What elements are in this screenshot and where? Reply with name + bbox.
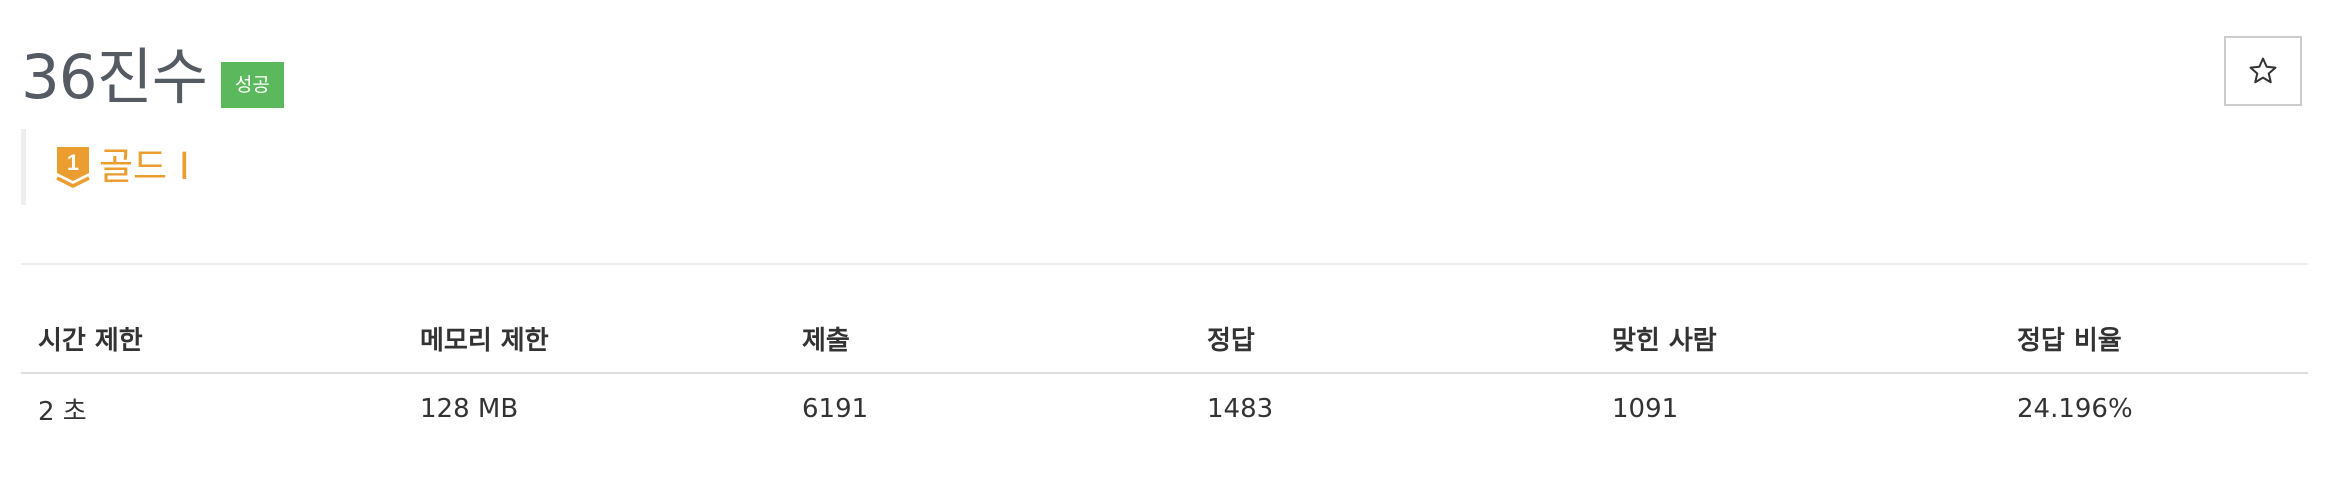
problem-header: 36진수 성공 [21,40,284,116]
cell-submissions: 6191 [802,394,869,424]
page-title: 36진수 [21,42,208,113]
cell-solvers: 1091 [1612,394,1679,424]
cell-accept-ratio: 24.196% [2017,394,2133,424]
header-memory-limit: 메모리 제한 [403,304,785,374]
status-badge: 성공 [220,62,284,108]
header-time-limit: 시간 제한 [21,304,403,374]
star-icon [2249,57,2277,84]
tier-level-number: 1 [67,150,79,175]
favorite-star-button[interactable] [2224,36,2302,106]
problem-info-table: 시간 제한 메모리 제한 제출 정답 맞힌 사람 정답 비율 2 초 128 M… [21,304,2308,444]
cell-memory-limit: 128 MB [420,394,519,424]
cell-time-limit: 2 초 [38,396,87,427]
header-accepted: 정답 [1190,304,1595,374]
section-divider [21,263,2308,265]
cell-accepted: 1483 [1207,394,1274,424]
tier-gold-icon: 1 [56,147,90,188]
table-row: 2 초 128 MB 6191 1483 1091 24.196% [21,373,2308,444]
table-header-row: 시간 제한 메모리 제한 제출 정답 맞힌 사람 정답 비율 [21,304,2308,374]
header-solvers: 맞힌 사람 [1595,304,2000,374]
tier-section: 1 골드 I [21,129,190,205]
header-accept-ratio: 정답 비율 [2000,304,2308,374]
tier-label: 골드 I [99,145,190,188]
problem-page: 36진수 성공 1 골드 I 시간 제한 메모리 제한 제출 정답 맞힌 사람 … [0,0,2328,502]
header-submissions: 제출 [785,304,1190,374]
